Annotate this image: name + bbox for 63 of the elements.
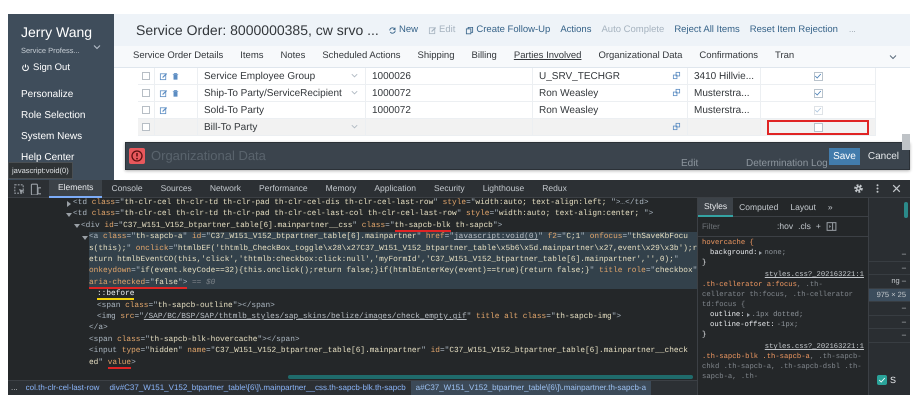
sidebar-item[interactable]: System News	[21, 131, 114, 144]
tab[interactable]: Confirmations	[699, 49, 758, 64]
tab[interactable]: Tran	[775, 49, 794, 64]
table-row[interactable]: Ship-To Party/ServiceRecipient 1000072 Ron Weasley Musterstra...	[138, 85, 876, 102]
more-tabs-button[interactable]: »	[822, 198, 839, 216]
table-cell-text: 1000072	[372, 104, 411, 118]
table-cell-text: Ron Weasley	[539, 86, 598, 100]
table-cell-text: Musterstra...	[694, 86, 750, 100]
table-cell-text: Sold-To Party	[204, 104, 264, 118]
table-cell-text: Ron Weasley	[539, 104, 598, 118]
devtools-tab[interactable]: Console	[102, 180, 152, 198]
table-cell-text: Bill-To Party	[204, 120, 258, 134]
toolbar-button[interactable]: :hov	[777, 220, 794, 233]
table-cell-text: U_SRV_TECHGR	[539, 70, 620, 84]
devtools-tab[interactable]: Application	[365, 180, 425, 198]
devtools-tab[interactable]: Network	[200, 180, 250, 198]
sidebar-item[interactable]: Role Selection	[21, 110, 114, 122]
filter-field[interactable]: Filter	[702, 220, 772, 232]
breadcrumb[interactable]: col.th-clr-cel-last-row	[20, 381, 104, 395]
breadcrumb[interactable]: a#C37_W151_V152_btpartner_table\[6\]\.mainpartner.th-sapcb-a	[410, 381, 652, 395]
devtools-tab[interactable]: Security	[424, 180, 474, 198]
toolbar-button[interactable]: Reject All Items	[669, 22, 745, 38]
sign-out-link[interactable]: Sign Out	[21, 60, 70, 75]
table-cell-text: 3410 Hillvie...	[694, 70, 754, 84]
tab[interactable]: Service Order Details	[133, 49, 224, 64]
table-cell-text: Ship-To Party/ServiceRecipient	[204, 86, 342, 100]
page-title: Service Order: 8000000385, cw srvo ...	[136, 20, 380, 40]
tab[interactable]: Shipping	[418, 49, 454, 64]
user-name: Jerry Wang	[21, 24, 94, 41]
toolbar-button[interactable]: Reset Item Rejection	[744, 22, 843, 38]
toolbar-button[interactable]: .cls	[798, 220, 811, 233]
breadcrumb[interactable]: div#C37_W151_V152_btpartner_table\[6\]\.mainpartner__css.th-sapcb-blk.th-sapcb	[104, 381, 411, 395]
sidebar-item[interactable]: Help Center	[21, 152, 114, 164]
checkbox-label: S	[890, 374, 896, 386]
toolbar-button[interactable]: +	[816, 220, 821, 233]
save-button[interactable]: Save	[829, 148, 860, 164]
devtools-tab[interactable]: Memory	[316, 180, 366, 198]
devtools-tab[interactable]: Elements	[49, 180, 102, 198]
devtools-tab[interactable]: Lighthouse	[474, 180, 534, 198]
tab[interactable]: Scheduled Actions	[322, 49, 401, 64]
devtools-tab[interactable]: Redux	[533, 180, 576, 198]
toolbar-button[interactable]: Actions	[555, 22, 596, 38]
toolbar-button[interactable]: New	[383, 22, 424, 38]
panel-tab[interactable]: Layout	[784, 198, 822, 216]
tab[interactable]: Items	[240, 49, 264, 64]
tab[interactable]: Parties Involved	[514, 49, 582, 64]
sidebar-item[interactable]: Personalize	[21, 89, 114, 102]
table-cell-text: 1000026	[372, 70, 411, 84]
panel-tab[interactable]: Computed	[733, 198, 784, 216]
table-row[interactable]: Bill-To Party	[138, 119, 876, 136]
cancel-button[interactable]: Cancel	[864, 148, 903, 164]
devtools-tab[interactable]: Sources	[152, 180, 201, 198]
table-cell-text: Musterstra...	[694, 104, 750, 118]
toolbar-button[interactable]: Create Follow-Up	[460, 22, 556, 38]
panel-tab[interactable]: Styles	[698, 198, 734, 216]
tab[interactable]: Organizational Data	[598, 49, 682, 64]
table-cell-text: Service Employee Group	[204, 70, 316, 84]
table-cell-text: 1000072	[372, 86, 411, 100]
tab[interactable]: Billing	[472, 49, 497, 64]
tab[interactable]: Notes	[280, 49, 306, 64]
table-row[interactable]: Service Employee Group 1000026 U_SRV_TECHGR 3410 Hillvie...	[138, 68, 876, 85]
breadcrumb-overflow[interactable]: ...	[8, 382, 21, 394]
devtools-tab[interactable]: Performance	[250, 180, 317, 198]
